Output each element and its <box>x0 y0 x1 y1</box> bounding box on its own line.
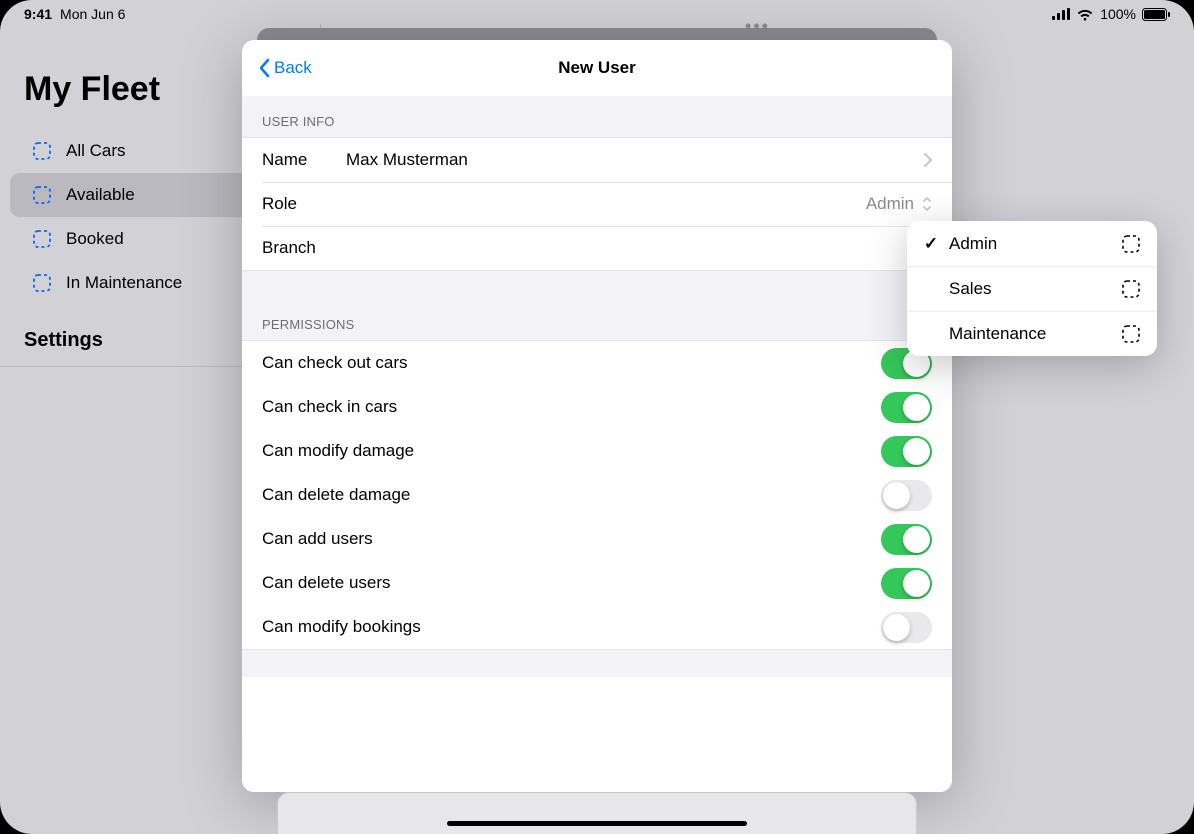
up-down-chevron-icon <box>922 196 932 212</box>
row-role[interactable]: Role Admin <box>242 182 952 226</box>
permission-label: Can delete users <box>262 573 391 593</box>
placeholder-icon <box>1121 324 1141 344</box>
sidebar-settings-label: Settings <box>24 329 103 351</box>
new-user-sheet: Back New User USER INFO Name Max Musterm… <box>242 40 952 792</box>
permission-toggle[interactable] <box>881 480 932 511</box>
permission-label: Can modify bookings <box>262 617 421 637</box>
popover-option-label: Maintenance <box>949 324 1111 344</box>
popover-option-label: Sales <box>949 279 1111 299</box>
battery-icon <box>1142 8 1170 21</box>
chevron-left-icon <box>258 58 270 78</box>
permission-row: Can check out cars <box>242 341 952 385</box>
sidebar-item-label: In Maintenance <box>66 273 182 293</box>
permissions-list: Can check out cars Can check in cars Can m… <box>242 341 952 649</box>
permission-toggle[interactable] <box>881 436 932 467</box>
permission-label: Can add users <box>262 529 373 549</box>
permission-row: Can modify damage <box>242 429 952 473</box>
home-indicator[interactable] <box>447 821 747 826</box>
row-label: Branch <box>262 238 346 258</box>
chevron-right-icon <box>924 153 932 167</box>
cellular-icon <box>1052 8 1070 20</box>
sidebar-item-label: Booked <box>66 229 124 249</box>
row-value: Admin <box>346 194 922 214</box>
bottom-shelf <box>277 792 917 834</box>
placeholder-icon <box>32 229 52 249</box>
status-time: 9:41 <box>24 6 52 22</box>
back-button[interactable]: Back <box>250 40 320 95</box>
section-gap <box>242 649 952 677</box>
placeholder-icon <box>32 185 52 205</box>
sidebar-item-label: All Cars <box>66 141 126 161</box>
row-value: Max Musterman <box>346 150 924 170</box>
popover-option[interactable]: Sales <box>907 266 1157 311</box>
row-label: Role <box>262 194 346 214</box>
sheet-fill <box>242 677 952 792</box>
permission-label: Can delete damage <box>262 485 410 505</box>
sidebar-item-label: Available <box>66 185 135 205</box>
back-label: Back <box>274 58 312 78</box>
sheet-title: New User <box>558 58 635 78</box>
device-frame: My Fleet All Cars Available Booked In Ma… <box>0 0 1194 834</box>
permission-toggle[interactable] <box>881 612 932 643</box>
section-header-user-info: USER INFO <box>242 96 952 138</box>
placeholder-icon <box>1121 279 1141 299</box>
row-branch[interactable]: Branch <box>242 226 952 270</box>
permission-row: Can modify bookings <box>242 605 952 649</box>
placeholder-icon <box>1121 234 1141 254</box>
popover-option[interactable]: Maintenance <box>907 311 1157 356</box>
sheet-nav-bar: Back New User <box>242 40 952 96</box>
permission-label: Can check in cars <box>262 397 397 417</box>
popover-option-label: Admin <box>949 234 1111 254</box>
permission-toggle[interactable] <box>881 524 932 555</box>
status-bar: 9:41 Mon Jun 6 100% <box>0 0 1194 24</box>
popover-option[interactable]: ✓ Admin <box>907 221 1157 266</box>
row-label: Name <box>262 150 346 170</box>
row-name[interactable]: Name Max Musterman <box>242 138 952 182</box>
permission-row: Can check in cars <box>242 385 952 429</box>
wifi-icon <box>1076 8 1094 21</box>
permission-label: Can modify damage <box>262 441 414 461</box>
checkmark-icon: ✓ <box>923 234 939 254</box>
role-popover: ✓ Admin Sales Maintenance <box>907 221 1157 356</box>
permission-toggle[interactable] <box>881 392 932 423</box>
section-header-permissions: PERMISSIONS <box>242 270 952 341</box>
status-date: Mon Jun 6 <box>60 6 125 22</box>
status-battery-pct: 100% <box>1100 6 1136 22</box>
permission-label: Can check out cars <box>262 353 408 373</box>
placeholder-icon <box>32 141 52 161</box>
permission-toggle[interactable] <box>881 568 932 599</box>
placeholder-icon <box>32 273 52 293</box>
permission-row: Can delete users <box>242 561 952 605</box>
permission-row: Can add users <box>242 517 952 561</box>
permission-row: Can delete damage <box>242 473 952 517</box>
